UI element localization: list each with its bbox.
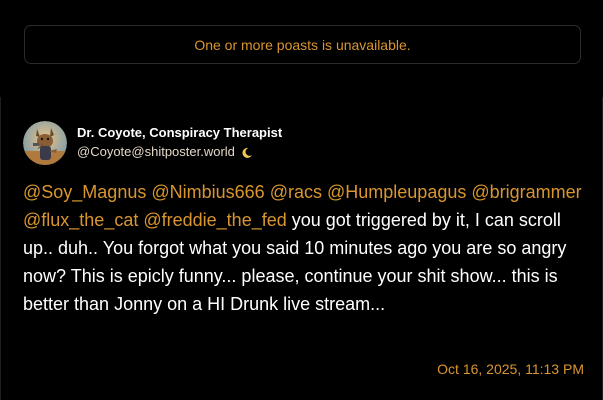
mention-link[interactable]: @freddie_the_fed [143,210,286,230]
post-timestamp[interactable]: Oct 16, 2025, 11:13 PM [437,361,584,377]
author-handle-row: @Coyote@shitposter.world [77,144,253,159]
mention-link[interactable]: @Nimbius666 [151,182,264,202]
page: One or more poasts is unavailable. Dr. C… [0,0,603,400]
post-card[interactable]: Dr. Coyote, Conspiracy Therapist @Coyote… [0,97,603,400]
unavailable-notice: One or more poasts is unavailable. [24,25,581,64]
post-body: @Soy_Magnus @Nimbius666 @racs @Humpleupa… [23,178,583,318]
post-left-border [0,97,1,400]
mention-link[interactable]: @racs [270,182,322,202]
crescent-moon-icon [241,146,253,158]
author-display-name[interactable]: Dr. Coyote, Conspiracy Therapist [77,125,282,140]
author-handle[interactable]: @Coyote@shitposter.world [77,144,235,159]
coyote-avatar-icon[interactable] [23,121,67,165]
mention-link[interactable]: @flux_the_cat [23,210,138,230]
unavailable-notice-text: One or more poasts is unavailable. [194,36,411,53]
mention-link[interactable]: @brigrammer [471,182,581,202]
mention-link[interactable]: @Humpleupagus [327,182,466,202]
mention-link[interactable]: @Soy_Magnus [23,182,146,202]
